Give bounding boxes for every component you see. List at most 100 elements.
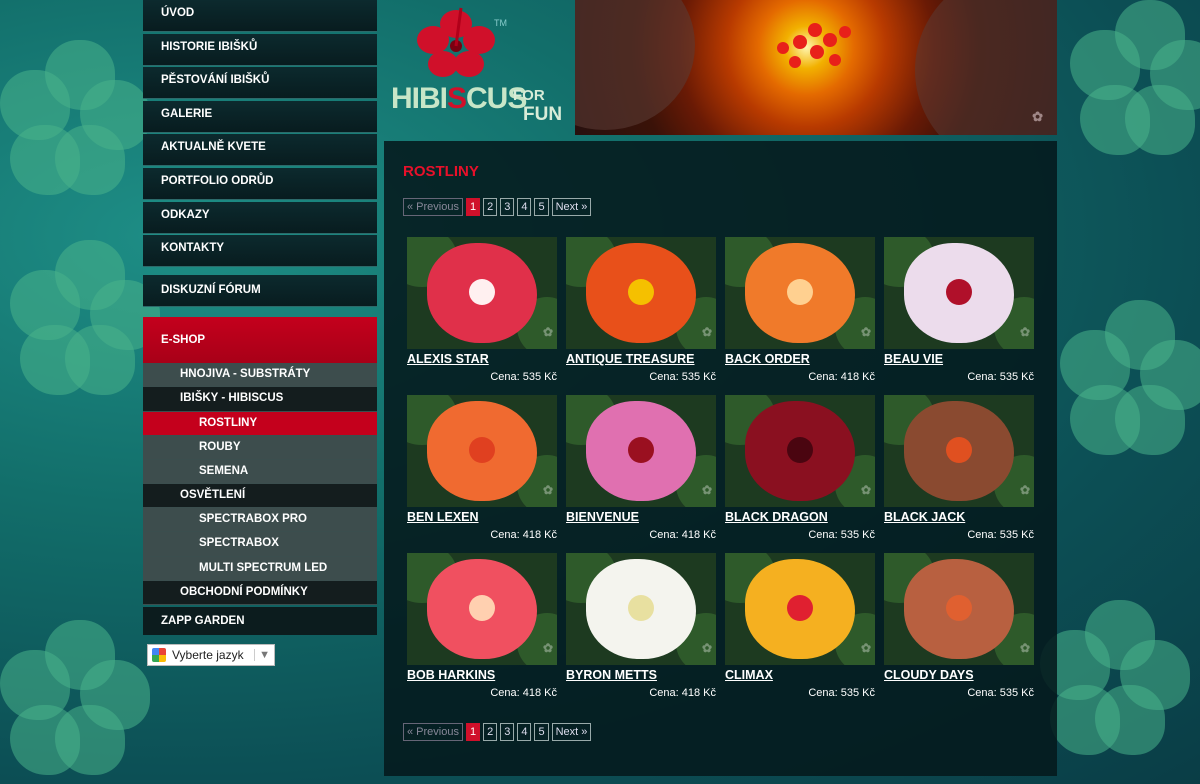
product-card[interactable]: ✿ BEAU VIE Cena: 535 Kč (884, 237, 1034, 395)
product-image[interactable]: ✿ (725, 395, 875, 507)
background-flower-right-mid (1060, 300, 1200, 460)
product-image-watermark: ✿ (542, 483, 553, 497)
nav-kontakty[interactable]: KONTAKTY (143, 235, 377, 268)
pagination-next[interactable]: Next » (551, 198, 592, 216)
product-image[interactable]: ✿ (407, 553, 557, 665)
product-image[interactable]: ✿ (884, 395, 1034, 507)
product-image-watermark: ✿ (701, 641, 712, 655)
pagination-page-3[interactable]: 3 (500, 723, 515, 741)
language-select[interactable]: Vyberte jazyk ▼ (147, 644, 275, 666)
product-image[interactable]: ✿ (884, 553, 1034, 665)
pagination-page-4[interactable]: 4 (517, 723, 532, 741)
submenu-obchodni-podminky[interactable]: OBCHODNÍ PODMÍNKY (143, 580, 377, 606)
nav-pestovani[interactable]: PĚSTOVÁNÍ IBIŠKŮ (143, 67, 377, 100)
product-image[interactable]: ✿ (566, 237, 716, 349)
nav-odkazy[interactable]: ODKAZY (143, 201, 377, 234)
google-translate-icon (152, 648, 166, 662)
product-image[interactable]: ✿ (566, 553, 716, 665)
product-image-eye (628, 595, 654, 621)
pagination-page-2[interactable]: 2 (483, 198, 498, 216)
product-card[interactable]: ✿ BEN LEXEN Cena: 418 Kč (407, 395, 557, 553)
pagination-page-5[interactable]: 5 (534, 198, 549, 216)
product-name[interactable]: BEN LEXEN (407, 510, 479, 524)
product-name[interactable]: BACK ORDER (725, 352, 810, 366)
nav-historie[interactable]: HISTORIE IBIŠKŮ (143, 33, 377, 66)
product-price: Cena: 535 Kč (967, 371, 1034, 383)
product-card[interactable]: ✿ BOB HARKINS Cena: 418 Kč (407, 553, 557, 711)
product-image[interactable]: ✿ (725, 553, 875, 665)
product-name[interactable]: ANTIQUE TREASURE (566, 352, 694, 366)
product-image[interactable]: ✿ (407, 237, 557, 349)
pagination-next[interactable]: Next » (551, 723, 592, 741)
submenu-spectrabox[interactable]: SPECTRABOX (143, 532, 377, 557)
pagination-page-4[interactable]: 4 (517, 198, 532, 216)
product-name[interactable]: CLOUDY DAYS (884, 668, 974, 682)
pagination-page-2[interactable]: 2 (483, 723, 498, 741)
submenu-osvetleni[interactable]: OSVĚTLENÍ (143, 484, 377, 509)
submenu-rostliny[interactable]: ROSTLINY (143, 411, 377, 436)
language-select-label: Vyberte jazyk (172, 648, 244, 662)
product-card[interactable]: ✿ BIENVENUE Cena: 418 Kč (566, 395, 716, 553)
nav-eshop[interactable]: E-SHOP (143, 317, 377, 364)
nav-zapp-garden[interactable]: ZAPP GARDEN (143, 607, 377, 636)
background-flower-left-bottom (0, 620, 150, 780)
nav-forum[interactable]: DISKUZNÍ FÓRUM (143, 275, 377, 308)
product-card[interactable]: ✿ CLOUDY DAYS Cena: 535 Kč (884, 553, 1034, 711)
pagination-page-1[interactable]: 1 (465, 723, 481, 741)
pagination-top: « Previous 1 2 3 4 5 Next » (403, 198, 592, 216)
submenu-hnojiva[interactable]: HNOJIVA - SUBSTRÁTY (143, 363, 377, 388)
product-name[interactable]: BLACK JACK (884, 510, 965, 524)
product-image[interactable]: ✿ (407, 395, 557, 507)
product-image-eye (946, 595, 972, 621)
product-image-watermark: ✿ (542, 325, 553, 339)
page-title: ROSTLINY (403, 163, 479, 180)
main-content: ROSTLINY « Previous 1 2 3 4 5 Next » ✿ AL… (384, 141, 1057, 776)
product-name[interactable]: BOB HARKINS (407, 668, 495, 682)
product-image-eye (628, 279, 654, 305)
product-card[interactable]: ✿ BYRON METTS Cena: 418 Kč (566, 553, 716, 711)
product-price: Cena: 418 Kč (649, 529, 716, 541)
pagination-prev[interactable]: « Previous (403, 723, 463, 741)
product-card[interactable]: ✿ BACK ORDER Cena: 418 Kč (725, 237, 875, 395)
site-logo[interactable]: TM HIBISCUS FOR FUN (377, 0, 575, 135)
product-image-eye (469, 437, 495, 463)
submenu-spectrabox-pro[interactable]: SPECTRABOX PRO (143, 508, 377, 533)
product-price: Cena: 418 Kč (490, 687, 557, 699)
pagination-prev[interactable]: « Previous (403, 198, 463, 216)
product-image-watermark: ✿ (860, 325, 871, 339)
logo-text-b: S (447, 82, 467, 115)
product-price: Cena: 535 Kč (808, 529, 875, 541)
product-name[interactable]: CLIMAX (725, 668, 773, 682)
submenu-multi-spectrum-led[interactable]: MULTI SPECTRUM LED (143, 556, 377, 581)
eshop-submenu: HNOJIVA - SUBSTRÁTY IBIŠKY - HIBISCUS RO… (143, 363, 377, 606)
submenu-ibisky[interactable]: IBIŠKY - HIBISCUS (143, 387, 377, 412)
product-card[interactable]: ✿ CLIMAX Cena: 535 Kč (725, 553, 875, 711)
pagination-page-5[interactable]: 5 (534, 723, 549, 741)
submenu-semena[interactable]: SEMENA (143, 459, 377, 485)
product-name[interactable]: BYRON METTS (566, 668, 657, 682)
product-image[interactable]: ✿ (884, 237, 1034, 349)
nav-galerie[interactable]: GALERIE (143, 100, 377, 133)
nav-uvod[interactable]: ÚVOD (143, 0, 377, 32)
product-name[interactable]: ALEXIS STAR (407, 352, 489, 366)
nav-portfolio[interactable]: PORTFOLIO ODRŮD (143, 167, 377, 200)
product-price: Cena: 535 Kč (967, 687, 1034, 699)
product-card[interactable]: ✿ BLACK JACK Cena: 535 Kč (884, 395, 1034, 553)
product-card[interactable]: ✿ ALEXIS STAR Cena: 535 Kč (407, 237, 557, 395)
product-image-watermark: ✿ (701, 483, 712, 497)
submenu-rouby[interactable]: ROUBY (143, 435, 377, 460)
product-image-eye (787, 595, 813, 621)
product-card[interactable]: ✿ BLACK DRAGON Cena: 535 Kč (725, 395, 875, 553)
logo-text-a: HIBI (391, 82, 448, 115)
sidebar: ÚVOD HISTORIE IBIŠKŮ PĚSTOVÁNÍ IBIŠKŮ GA… (143, 0, 377, 636)
product-image[interactable]: ✿ (725, 237, 875, 349)
product-price: Cena: 535 Kč (967, 529, 1034, 541)
pagination-page-1[interactable]: 1 (465, 198, 481, 216)
nav-aktualne[interactable]: AKTUALNĚ KVETE (143, 134, 377, 167)
product-name[interactable]: BEAU VIE (884, 352, 943, 366)
product-card[interactable]: ✿ ANTIQUE TREASURE Cena: 535 Kč (566, 237, 716, 395)
product-name[interactable]: BIENVENUE (566, 510, 639, 524)
pagination-page-3[interactable]: 3 (500, 198, 515, 216)
product-image[interactable]: ✿ (566, 395, 716, 507)
product-name[interactable]: BLACK DRAGON (725, 510, 828, 524)
